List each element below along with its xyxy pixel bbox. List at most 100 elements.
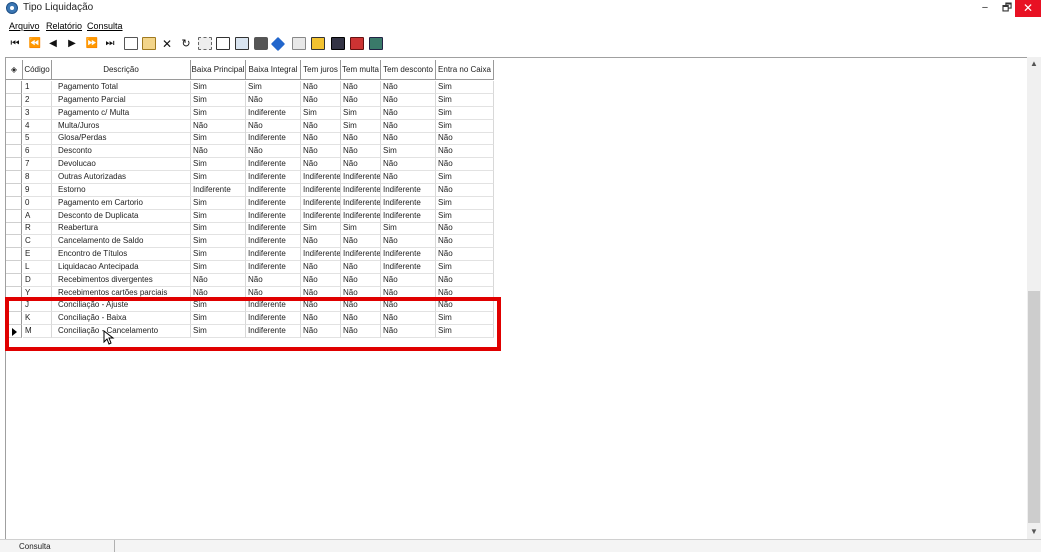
- cell-baixa-integral[interactable]: Indiferente: [246, 209, 301, 223]
- cell-descricao[interactable]: Recebimentos divergentes: [52, 273, 191, 287]
- cell-entra-no-caixa[interactable]: Não: [436, 132, 494, 146]
- cell-tem-juros[interactable]: Não: [301, 132, 341, 146]
- column-header-tem-multa[interactable]: Tem multa: [341, 60, 381, 80]
- cell-tem-multa[interactable]: Indiferente: [341, 209, 381, 223]
- cell-tem-juros[interactable]: Não: [301, 273, 341, 287]
- cell-descricao[interactable]: Outras Autorizadas: [52, 170, 191, 184]
- cell-tem-desconto[interactable]: Não: [381, 235, 436, 249]
- vertical-scrollbar[interactable]: ▲ ▼: [1027, 57, 1041, 539]
- cell-descricao[interactable]: Cancelamento de Saldo: [52, 235, 191, 249]
- previous-page-button[interactable]: ⏪: [28, 37, 42, 51]
- cell-tem-desconto[interactable]: Indiferente: [381, 248, 436, 262]
- cell-codigo[interactable]: L: [23, 260, 52, 274]
- table-row[interactable]: 2 Pagamento Parcial Sim Não Não Não Não Sim: [6, 93, 494, 107]
- cell-baixa-integral[interactable]: Indiferente: [246, 106, 301, 120]
- cell-baixa-principal[interactable]: Sim: [191, 222, 246, 236]
- table-row[interactable]: 1 Pagamento Total Sim Sim Não Não Não Sim: [6, 81, 494, 94]
- print-icon[interactable]: [254, 37, 268, 50]
- cell-codigo[interactable]: 1: [23, 81, 52, 94]
- cell-baixa-principal[interactable]: Sim: [191, 235, 246, 249]
- cell-baixa-integral[interactable]: Indiferente: [246, 222, 301, 236]
- cell-codigo[interactable]: 2: [23, 93, 52, 107]
- column-header-codigo[interactable]: Código: [23, 60, 52, 80]
- cell-tem-juros[interactable]: Indiferente: [301, 209, 341, 223]
- last-record-button[interactable]: ⏭: [104, 37, 116, 51]
- cell-baixa-principal[interactable]: Sim: [191, 81, 246, 94]
- cell-entra-no-caixa[interactable]: Não: [436, 248, 494, 262]
- cell-baixa-principal[interactable]: Sim: [191, 158, 246, 172]
- menu-consulta[interactable]: Consulta: [87, 21, 123, 31]
- cell-descricao[interactable]: Pagamento Parcial: [52, 93, 191, 107]
- row-indicator[interactable]: [6, 183, 22, 197]
- cell-tem-desconto[interactable]: Sim: [381, 222, 436, 236]
- cell-baixa-integral[interactable]: Indiferente: [246, 235, 301, 249]
- cell-tem-juros[interactable]: Não: [301, 158, 341, 172]
- tab-consulta[interactable]: Consulta: [5, 540, 115, 552]
- row-indicator[interactable]: [6, 235, 22, 249]
- cell-baixa-integral[interactable]: Indiferente: [246, 248, 301, 262]
- cell-baixa-integral[interactable]: Não: [246, 93, 301, 107]
- cell-tem-multa[interactable]: Sim: [341, 106, 381, 120]
- cell-tem-desconto[interactable]: Indiferente: [381, 196, 436, 210]
- cell-entra-no-caixa[interactable]: Não: [436, 273, 494, 287]
- cell-descricao[interactable]: Devolucao: [52, 158, 191, 172]
- column-header-tem-juros[interactable]: Tem juros: [301, 60, 341, 80]
- cell-baixa-integral[interactable]: Indiferente: [246, 260, 301, 274]
- cell-tem-multa[interactable]: Indiferente: [341, 170, 381, 184]
- cell-tem-multa[interactable]: Não: [341, 93, 381, 107]
- cell-codigo[interactable]: 4: [23, 119, 52, 133]
- cell-tem-desconto[interactable]: Indiferente: [381, 209, 436, 223]
- cell-baixa-integral[interactable]: Indiferente: [246, 196, 301, 210]
- cell-codigo[interactable]: R: [23, 222, 52, 236]
- previous-record-button[interactable]: ◀: [48, 37, 58, 51]
- cell-tem-juros[interactable]: Não: [301, 260, 341, 274]
- row-indicator[interactable]: [6, 196, 22, 210]
- first-record-button[interactable]: ⏮: [9, 37, 21, 51]
- column-header-entra-no-caixa[interactable]: Entra no Caixa: [436, 60, 494, 80]
- cell-descricao[interactable]: Desconto de Duplicata: [52, 209, 191, 223]
- cell-tem-desconto[interactable]: Indiferente: [381, 260, 436, 274]
- cell-codigo[interactable]: 8: [23, 170, 52, 184]
- table-row[interactable]: 3 Pagamento c/ Multa Sim Indiferente Sim Sim N…: [6, 106, 494, 120]
- cell-codigo[interactable]: E: [23, 248, 52, 262]
- row-indicator[interactable]: [6, 222, 22, 236]
- cell-entra-no-caixa[interactable]: Sim: [436, 106, 494, 120]
- cell-tem-juros[interactable]: Indiferente: [301, 183, 341, 197]
- cell-tem-multa[interactable]: Indiferente: [341, 196, 381, 210]
- cell-descricao[interactable]: Desconto: [52, 145, 191, 159]
- cell-codigo[interactable]: 0: [23, 196, 52, 210]
- scroll-up-icon[interactable]: ▲: [1027, 57, 1041, 71]
- cell-codigo[interactable]: 6: [23, 145, 52, 159]
- cell-entra-no-caixa[interactable]: Não: [436, 222, 494, 236]
- table-row[interactable]: 5 Glosa/Perdas Sim Indiferente Não Não Não Não: [6, 132, 494, 146]
- cell-entra-no-caixa[interactable]: Sim: [436, 209, 494, 223]
- cell-codigo[interactable]: 5: [23, 132, 52, 146]
- cell-tem-juros[interactable]: Não: [301, 145, 341, 159]
- table-row[interactable]: D Recebimentos divergentes Não Não Não Não Não…: [6, 273, 494, 287]
- edit-icon[interactable]: [142, 37, 156, 50]
- cell-entra-no-caixa[interactable]: Não: [436, 235, 494, 249]
- column-header-tem-desconto[interactable]: Tem desconto: [381, 60, 436, 80]
- export-icon[interactable]: [235, 37, 249, 50]
- cell-codigo[interactable]: 3: [23, 106, 52, 120]
- cell-baixa-principal[interactable]: Sim: [191, 260, 246, 274]
- table-row[interactable]: 7 Devolucao Sim Indiferente Não Não Não Não: [6, 158, 494, 172]
- cell-tem-desconto[interactable]: Sim: [381, 145, 436, 159]
- cell-tem-desconto[interactable]: Não: [381, 81, 436, 94]
- scroll-thumb[interactable]: [1028, 291, 1040, 523]
- new-document-icon[interactable]: [124, 37, 138, 50]
- cell-descricao[interactable]: Reabertura: [52, 222, 191, 236]
- cell-descricao[interactable]: Pagamento Total: [52, 81, 191, 94]
- cell-tem-juros[interactable]: Não: [301, 81, 341, 94]
- cell-tem-juros[interactable]: Sim: [301, 106, 341, 120]
- row-indicator[interactable]: [6, 119, 22, 133]
- preview-icon[interactable]: [216, 37, 230, 50]
- cell-entra-no-caixa[interactable]: Sim: [436, 119, 494, 133]
- cell-tem-juros[interactable]: Sim: [301, 222, 341, 236]
- row-indicator[interactable]: [6, 81, 22, 94]
- cell-baixa-integral[interactable]: Indiferente: [246, 158, 301, 172]
- cell-baixa-principal[interactable]: Indiferente: [191, 183, 246, 197]
- cell-baixa-integral[interactable]: Indiferente: [246, 132, 301, 146]
- cell-tem-multa[interactable]: Sim: [341, 222, 381, 236]
- cell-tem-desconto[interactable]: Não: [381, 273, 436, 287]
